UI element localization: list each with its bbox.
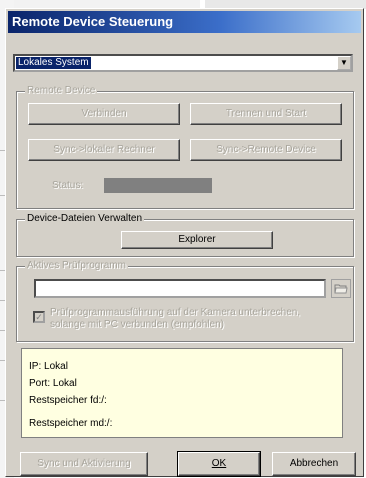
device-info-panel: IP: Lokal Port: Lokal Restspeicher fd:/:… — [21, 348, 343, 438]
folder-icon — [334, 284, 348, 294]
pause-program-label-line1: Prüfprogrammausführung auf der Kamera un… — [50, 307, 301, 318]
cancel-button-label: Abbrechen — [289, 458, 339, 469]
system-select[interactable]: Lokales System ▼ — [13, 54, 353, 72]
sync-remote-button[interactable]: Sync->Remote Device — [190, 139, 342, 161]
sync-local-button[interactable]: Sync->lokaler Rechner — [28, 139, 180, 161]
port-text: Port: Lokal — [29, 378, 77, 389]
remote-device-group: Remote Device Verbinden Trennen und Star… — [16, 85, 354, 209]
sync-activate-button[interactable]: Sync und Aktivierung — [20, 452, 148, 476]
explorer-button[interactable]: Explorer — [121, 231, 273, 249]
browse-folder-button[interactable] — [331, 279, 351, 298]
ok-button[interactable]: OK — [177, 451, 261, 477]
rest-fd-text: Restspeicher fd:/: — [29, 395, 107, 406]
active-program-group: Aktives Prüfprogramm ✓ Prüfprogrammausfü… — [16, 260, 354, 342]
device-files-group: Device-Dateien Verwalten Explorer — [16, 213, 354, 257]
system-select-value: Lokales System — [16, 57, 91, 69]
remote-device-legend: Remote Device — [25, 85, 98, 97]
device-files-legend: Device-Dateien Verwalten — [25, 213, 145, 225]
rest-md-text: Restspeicher md:/: — [29, 418, 113, 429]
ip-text: IP: Lokal — [29, 361, 68, 372]
program-path-input[interactable] — [34, 279, 326, 298]
cancel-button[interactable]: Abbrechen — [272, 452, 356, 476]
pause-program-checkbox[interactable]: ✓ — [33, 311, 45, 323]
ok-button-label: OK — [211, 458, 227, 469]
connect-button[interactable]: Verbinden — [28, 103, 180, 125]
pause-program-label-line2: solange mit PC verbunden (empfohlen) — [50, 319, 224, 330]
chevron-down-icon[interactable]: ▼ — [337, 56, 351, 70]
active-program-legend: Aktives Prüfprogramm — [25, 260, 128, 272]
remote-device-dialog: Remote Device Steuerung Lokales System ▼… — [5, 8, 364, 477]
status-indicator — [104, 178, 212, 193]
status-label: Status: — [52, 180, 84, 191]
disconnect-start-button[interactable]: Trennen und Start — [190, 103, 342, 125]
dialog-title: Remote Device Steuerung — [8, 11, 361, 33]
